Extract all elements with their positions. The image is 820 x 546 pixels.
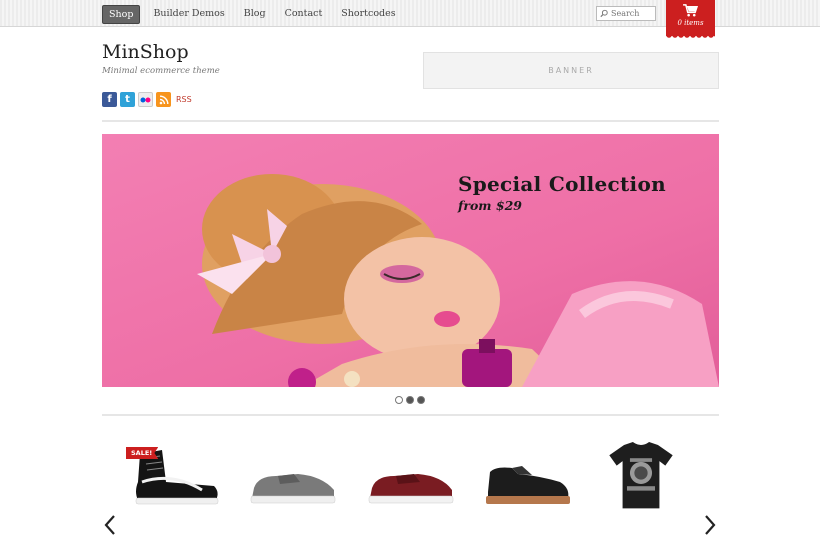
product-maroon-sneaker[interactable] [366, 442, 456, 512]
slider-pagination [395, 396, 425, 404]
chevron-left-icon[interactable] [103, 514, 117, 536]
cart-button[interactable]: 0 items [666, 0, 715, 39]
header-divider [102, 120, 719, 122]
main-nav: Shop Builder Demos Blog Contact Shortcod… [102, 5, 409, 24]
chevron-right-icon[interactable] [703, 514, 717, 536]
site-title[interactable]: MinShop [102, 41, 189, 63]
nav-item-builder-demos[interactable]: Builder Demos [147, 5, 230, 24]
slider-divider [102, 414, 719, 416]
search-icon [600, 9, 608, 18]
search-input[interactable] [611, 9, 655, 18]
nav-item-shop[interactable]: Shop [102, 5, 141, 24]
social-links: f t RSS [102, 92, 192, 107]
rss-icon[interactable] [156, 92, 171, 107]
nav-item-contact[interactable]: Contact [279, 5, 329, 24]
product-leather-chukka-boot[interactable] [482, 442, 572, 512]
flickr-icon[interactable] [138, 92, 153, 107]
facebook-icon[interactable]: f [102, 92, 117, 107]
slider-dot-2[interactable] [406, 396, 414, 404]
product-grey-sneaker[interactable] [248, 442, 338, 512]
slider-dot-1[interactable] [395, 396, 403, 404]
sale-badge: SALE! [126, 447, 159, 459]
hero-slide[interactable]: Special Collection from $29 [102, 134, 719, 387]
search-box[interactable] [596, 6, 656, 21]
rss-link[interactable]: RSS [176, 95, 192, 104]
nav-item-blog[interactable]: Blog [238, 5, 272, 24]
twitter-icon[interactable]: t [120, 92, 135, 107]
cart-count: 0 items [677, 19, 704, 27]
slider-dot-3[interactable] [417, 396, 425, 404]
nav-item-shortcodes[interactable]: Shortcodes [335, 5, 401, 24]
cart-icon [683, 4, 698, 17]
hero-subtitle: from $29 [458, 198, 522, 213]
product-graphic-tshirt[interactable] [596, 442, 686, 512]
site-tagline: Minimal ecommerce theme [102, 66, 220, 76]
banner-placeholder[interactable]: BANNER [423, 52, 719, 89]
hero-title: Special Collection [458, 172, 666, 196]
